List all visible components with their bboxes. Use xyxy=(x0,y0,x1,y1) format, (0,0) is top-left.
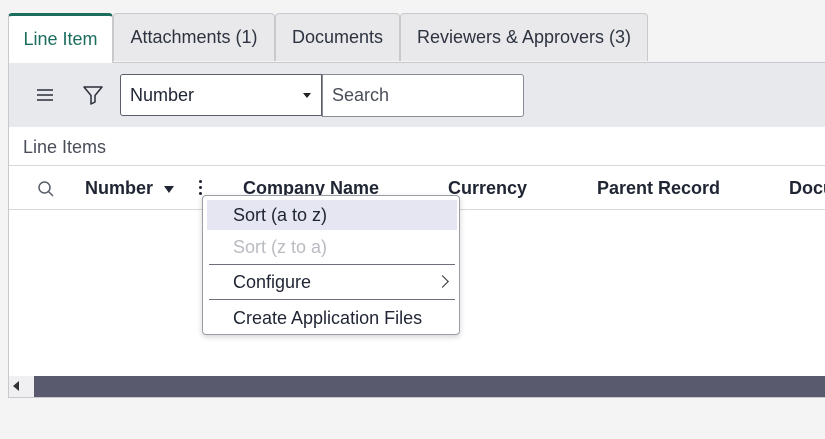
scrollbar-thumb[interactable] xyxy=(34,376,825,397)
menu-item-sort-a-to-z[interactable]: Sort (a to z) xyxy=(207,200,457,230)
menu-item-label: Create Application Files xyxy=(233,307,423,328)
search-input[interactable] xyxy=(322,74,524,117)
column-header-number[interactable]: Number xyxy=(85,178,153,199)
search-field-select-value: Number xyxy=(130,84,195,105)
tab-attachments[interactable]: Attachments (1) xyxy=(113,13,275,61)
column-header-document[interactable]: Docu xyxy=(789,178,825,199)
menu-item-configure[interactable]: Configure xyxy=(207,267,457,297)
menu-divider xyxy=(209,264,455,265)
tab-documents[interactable]: Documents xyxy=(275,13,400,61)
horizontal-scrollbar[interactable] xyxy=(9,376,825,397)
sort-descending-icon[interactable] xyxy=(164,186,174,193)
scroll-left-arrow-icon[interactable] xyxy=(13,381,19,391)
tab-reviewers-approvers[interactable]: Reviewers & Approvers (3) xyxy=(400,13,648,61)
hamburger-icon[interactable] xyxy=(33,83,57,107)
menu-item-label: Sort (a to z) xyxy=(233,204,328,225)
search-icon[interactable] xyxy=(37,180,55,198)
filter-icon[interactable] xyxy=(81,83,105,107)
column-context-menu: Sort (a to z) Sort (z to a) Configure Cr… xyxy=(202,195,460,335)
column-header-parent-record[interactable]: Parent Record xyxy=(597,178,720,199)
list-toolbar: Number xyxy=(9,63,825,127)
column-header-currency[interactable]: Currency xyxy=(448,178,527,199)
menu-item-create-application-files[interactable]: Create Application Files xyxy=(207,303,457,333)
menu-item-sort-z-to-a: Sort (z to a) xyxy=(207,232,457,262)
list-title: Line Items xyxy=(23,137,107,157)
chevron-right-icon xyxy=(436,275,449,288)
caret-down-icon xyxy=(303,93,311,98)
tab-line-item[interactable]: Line Item xyxy=(8,13,113,63)
menu-item-label: Sort (z to a) xyxy=(233,236,328,257)
menu-divider xyxy=(209,299,455,300)
search-field-select[interactable]: Number xyxy=(120,74,322,116)
menu-item-label: Configure xyxy=(233,271,312,292)
